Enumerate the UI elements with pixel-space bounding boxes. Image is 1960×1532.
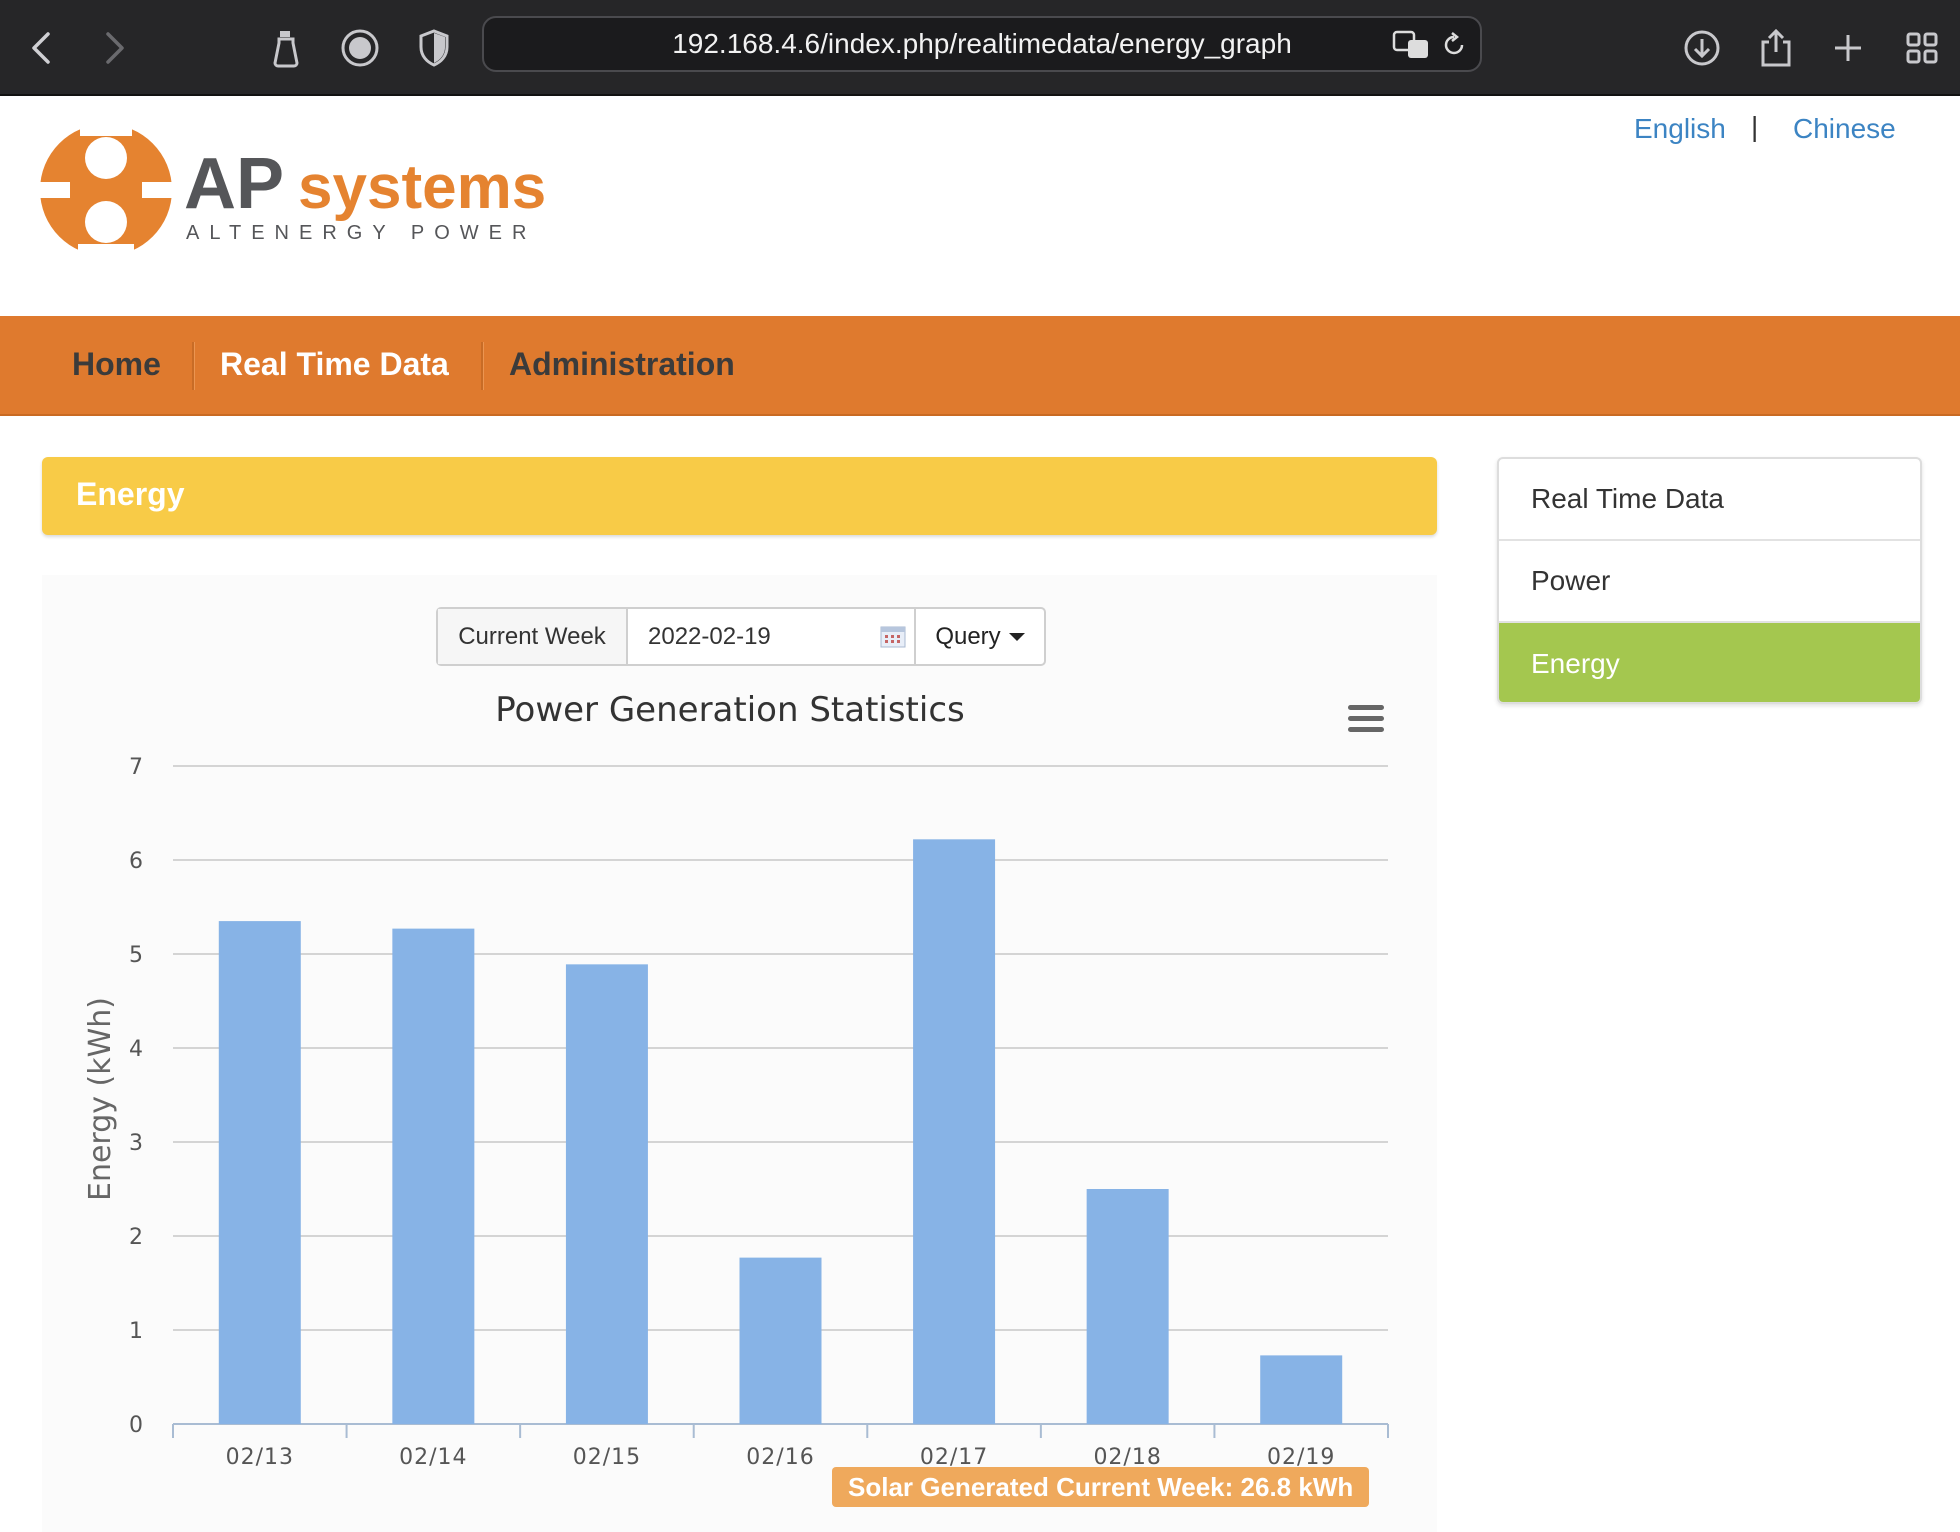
chart-bar — [392, 928, 475, 1424]
x-tick-label: 02/14 — [399, 1445, 467, 1470]
chart-bar — [1086, 1189, 1169, 1424]
side-menu: Real Time Data Power Energy — [1497, 457, 1922, 704]
lang-chinese-link[interactable]: Chinese — [1793, 113, 1896, 145]
y-tick-label: 7 — [129, 755, 143, 780]
lang-english-link[interactable]: English — [1634, 113, 1726, 145]
chart-bar — [913, 839, 996, 1424]
x-tick-label: 02/16 — [746, 1445, 814, 1470]
side-menu-energy[interactable]: Energy — [1499, 623, 1920, 702]
x-tick-label: 02/15 — [573, 1445, 641, 1470]
energy-bar-chart: 0123456702/13 02/14 02/15 02/16 02/17 02/18 02… — [83, 755, 1389, 1470]
lang-separator: | — [1751, 111, 1759, 142]
y-tick-label: 0 — [129, 1413, 143, 1438]
chart-bar — [1260, 1355, 1343, 1424]
new-tab-icon[interactable] — [1822, 22, 1874, 74]
chart-bar — [739, 1257, 822, 1424]
chart-bar — [565, 964, 648, 1424]
side-menu-power[interactable]: Power — [1499, 541, 1920, 623]
weekly-total-badge: Solar Generated Current Week: 26.8 kWh — [832, 1467, 1370, 1507]
x-tick-label: 02/13 — [226, 1445, 294, 1470]
chart-bar — [218, 921, 301, 1424]
share-icon[interactable] — [1750, 22, 1802, 74]
y-tick-label: 1 — [129, 1319, 143, 1344]
y-tick-label: 4 — [129, 1037, 143, 1062]
side-menu-real-time-data[interactable]: Real Time Data — [1499, 459, 1920, 541]
y-tick-label: 2 — [129, 1225, 143, 1250]
y-tick-label: 3 — [129, 1131, 143, 1156]
y-tick-label: 6 — [129, 849, 143, 874]
y-tick-label: 5 — [129, 943, 143, 968]
download-icon[interactable] — [1676, 22, 1728, 74]
y-axis-title: Energy (kWh) — [83, 997, 118, 1201]
tab-overview-icon[interactable] — [1896, 22, 1948, 74]
